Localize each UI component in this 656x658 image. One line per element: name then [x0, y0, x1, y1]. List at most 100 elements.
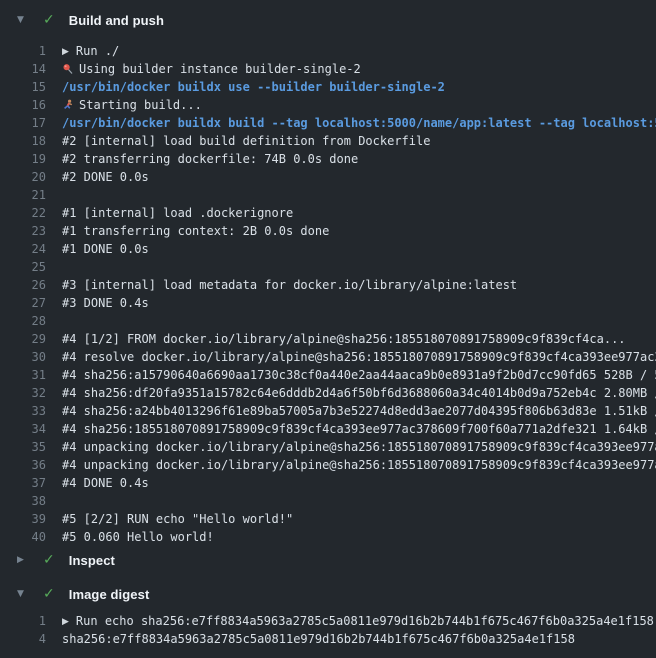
line-text: sha256:e7ff8834a5963a2785c5a0811e979d16b… — [62, 630, 575, 648]
line-number[interactable]: 40 — [0, 528, 46, 546]
log-line[interactable]: 18 #2 [internal] load build definition f… — [0, 132, 656, 150]
section-title: Build and push — [69, 13, 164, 28]
section-image-digest: ▼ ✓ Image digest 1 ▶Run echo sha256:e7ff… — [0, 580, 656, 648]
line-number[interactable]: 29 — [0, 330, 46, 348]
log-line[interactable]: 17 /usr/bin/docker buildx build --tag lo… — [0, 114, 656, 132]
log-line[interactable]: 40 #5 0.060 Hello world! — [0, 528, 656, 546]
chevron-right-icon[interactable]: ▶ — [17, 555, 29, 565]
success-check-icon: ✓ — [43, 586, 55, 602]
line-number[interactable]: 1 — [0, 42, 46, 60]
log-line[interactable]: 1 ▶Run echo sha256:e7ff8834a5963a2785c5a… — [0, 612, 656, 630]
section-header-build-and-push[interactable]: ▼ ✓ Build and push — [0, 6, 656, 34]
line-number[interactable]: 15 — [0, 78, 46, 96]
log-line[interactable]: 30 #4 resolve docker.io/library/alpine@s… — [0, 348, 656, 366]
line-number[interactable]: 14 — [0, 60, 46, 78]
expand-run-arrow-icon[interactable]: ▶ — [62, 43, 69, 60]
log-lines-build-and-push: 1 ▶Run ./ 14 Using builder instance buil… — [0, 42, 656, 546]
log-line[interactable]: 27 #3 DONE 0.4s — [0, 294, 656, 312]
line-number[interactable]: 17 — [0, 114, 46, 132]
section-title: Image digest — [69, 587, 150, 602]
success-check-icon: ✓ — [43, 552, 55, 568]
log-line[interactable]: 38 — [0, 492, 656, 510]
line-text: #4 unpacking docker.io/library/alpine@sh… — [62, 438, 656, 456]
line-number[interactable]: 36 — [0, 456, 46, 474]
line-text: #2 DONE 0.0s — [62, 168, 149, 186]
log-line[interactable]: 39 #5 [2/2] RUN echo "Hello world!" — [0, 510, 656, 528]
line-number[interactable]: 33 — [0, 402, 46, 420]
log-line[interactable]: 26 #3 [internal] load metadata for docke… — [0, 276, 656, 294]
line-number[interactable]: 21 — [0, 186, 46, 204]
section-build-and-push: ▼ ✓ Build and push 1 ▶Run ./ 14 Using bu… — [0, 6, 656, 546]
line-number[interactable]: 1 — [0, 612, 46, 630]
log-line[interactable]: 36 #4 unpacking docker.io/library/alpine… — [0, 456, 656, 474]
log-line[interactable]: 16 Starting build... — [0, 96, 656, 114]
line-text: #5 0.060 Hello world! — [62, 528, 214, 546]
log-line[interactable]: 34 #4 sha256:185518070891758909c9f839cf4… — [0, 420, 656, 438]
line-number[interactable]: 16 — [0, 96, 46, 114]
line-number[interactable]: 18 — [0, 132, 46, 150]
section-inspect: ▶ ✓ Inspect — [0, 546, 656, 574]
line-number[interactable]: 32 — [0, 384, 46, 402]
line-text: /usr/bin/docker buildx build --tag local… — [62, 114, 656, 132]
line-number[interactable]: 28 — [0, 312, 46, 330]
line-text: #4 sha256:a24bb4013296f61e89ba57005a7b3e… — [62, 402, 656, 420]
chevron-down-icon[interactable]: ▼ — [17, 15, 29, 25]
log-line[interactable]: 35 #4 unpacking docker.io/library/alpine… — [0, 438, 656, 456]
line-number[interactable]: 34 — [0, 420, 46, 438]
line-number[interactable]: 20 — [0, 168, 46, 186]
log-line[interactable]: 32 #4 sha256:df20fa9351a15782c64e6dddb2d… — [0, 384, 656, 402]
log-line[interactable]: 28 — [0, 312, 656, 330]
log-line[interactable]: 19 #2 transferring dockerfile: 74B 0.0s … — [0, 150, 656, 168]
line-number[interactable]: 23 — [0, 222, 46, 240]
log-line[interactable]: 23 #1 transferring context: 2B 0.0s done — [0, 222, 656, 240]
line-text: #2 [internal] load build definition from… — [62, 132, 430, 150]
line-text: #3 DONE 0.4s — [62, 294, 149, 312]
line-text: #4 sha256:a15790640a6690aa1730c38cf0a440… — [62, 366, 656, 384]
line-text: /usr/bin/docker buildx use --builder bui… — [62, 78, 445, 96]
section-header-image-digest[interactable]: ▼ ✓ Image digest — [0, 580, 656, 608]
line-number[interactable]: 38 — [0, 492, 46, 510]
pushpin-icon — [62, 60, 74, 78]
line-text: Starting build... — [62, 96, 202, 114]
log-line[interactable]: 29 #4 [1/2] FROM docker.io/library/alpin… — [0, 330, 656, 348]
section-title: Inspect — [69, 553, 115, 568]
success-check-icon: ✓ — [43, 12, 55, 28]
line-number[interactable]: 26 — [0, 276, 46, 294]
log-line[interactable]: 37 #4 DONE 0.4s — [0, 474, 656, 492]
line-number[interactable]: 35 — [0, 438, 46, 456]
line-number[interactable]: 31 — [0, 366, 46, 384]
log-line[interactable]: 31 #4 sha256:a15790640a6690aa1730c38cf0a… — [0, 366, 656, 384]
line-number[interactable]: 25 — [0, 258, 46, 276]
log-line[interactable]: 24 #1 DONE 0.0s — [0, 240, 656, 258]
line-number[interactable]: 37 — [0, 474, 46, 492]
log-line[interactable]: 20 #2 DONE 0.0s — [0, 168, 656, 186]
line-text: #4 DONE 0.4s — [62, 474, 149, 492]
line-text: ▶Run ./ — [62, 42, 119, 60]
log-line[interactable]: 21 — [0, 186, 656, 204]
log-line[interactable]: 1 ▶Run ./ — [0, 42, 656, 60]
line-text: #1 DONE 0.0s — [62, 240, 149, 258]
log-line[interactable]: 14 Using builder instance builder-single… — [0, 60, 656, 78]
line-text: #4 [1/2] FROM docker.io/library/alpine@s… — [62, 330, 626, 348]
line-number[interactable]: 30 — [0, 348, 46, 366]
line-text: #4 unpacking docker.io/library/alpine@sh… — [62, 456, 656, 474]
log-line[interactable]: 25 — [0, 258, 656, 276]
line-number[interactable]: 19 — [0, 150, 46, 168]
line-text: #1 transferring context: 2B 0.0s done — [62, 222, 329, 240]
line-number[interactable]: 27 — [0, 294, 46, 312]
line-number[interactable]: 22 — [0, 204, 46, 222]
log-line[interactable]: 15 /usr/bin/docker buildx use --builder … — [0, 78, 656, 96]
line-text: #3 [internal] load metadata for docker.i… — [62, 276, 517, 294]
expand-run-arrow-icon[interactable]: ▶ — [62, 613, 69, 630]
line-text: #4 sha256:df20fa9351a15782c64e6dddb2d4a6… — [62, 384, 656, 402]
log-line[interactable]: 4 sha256:e7ff8834a5963a2785c5a0811e979d1… — [0, 630, 656, 648]
line-number[interactable]: 24 — [0, 240, 46, 258]
line-number[interactable]: 39 — [0, 510, 46, 528]
log-line[interactable]: 22 #1 [internal] load .dockerignore — [0, 204, 656, 222]
log-line[interactable]: 33 #4 sha256:a24bb4013296f61e89ba57005a7… — [0, 402, 656, 420]
section-header-inspect[interactable]: ▶ ✓ Inspect — [0, 546, 656, 574]
line-text: Using builder instance builder-single-2 — [62, 60, 361, 78]
line-text: #1 [internal] load .dockerignore — [62, 204, 293, 222]
chevron-down-icon[interactable]: ▼ — [17, 589, 29, 599]
line-number[interactable]: 4 — [0, 630, 46, 648]
